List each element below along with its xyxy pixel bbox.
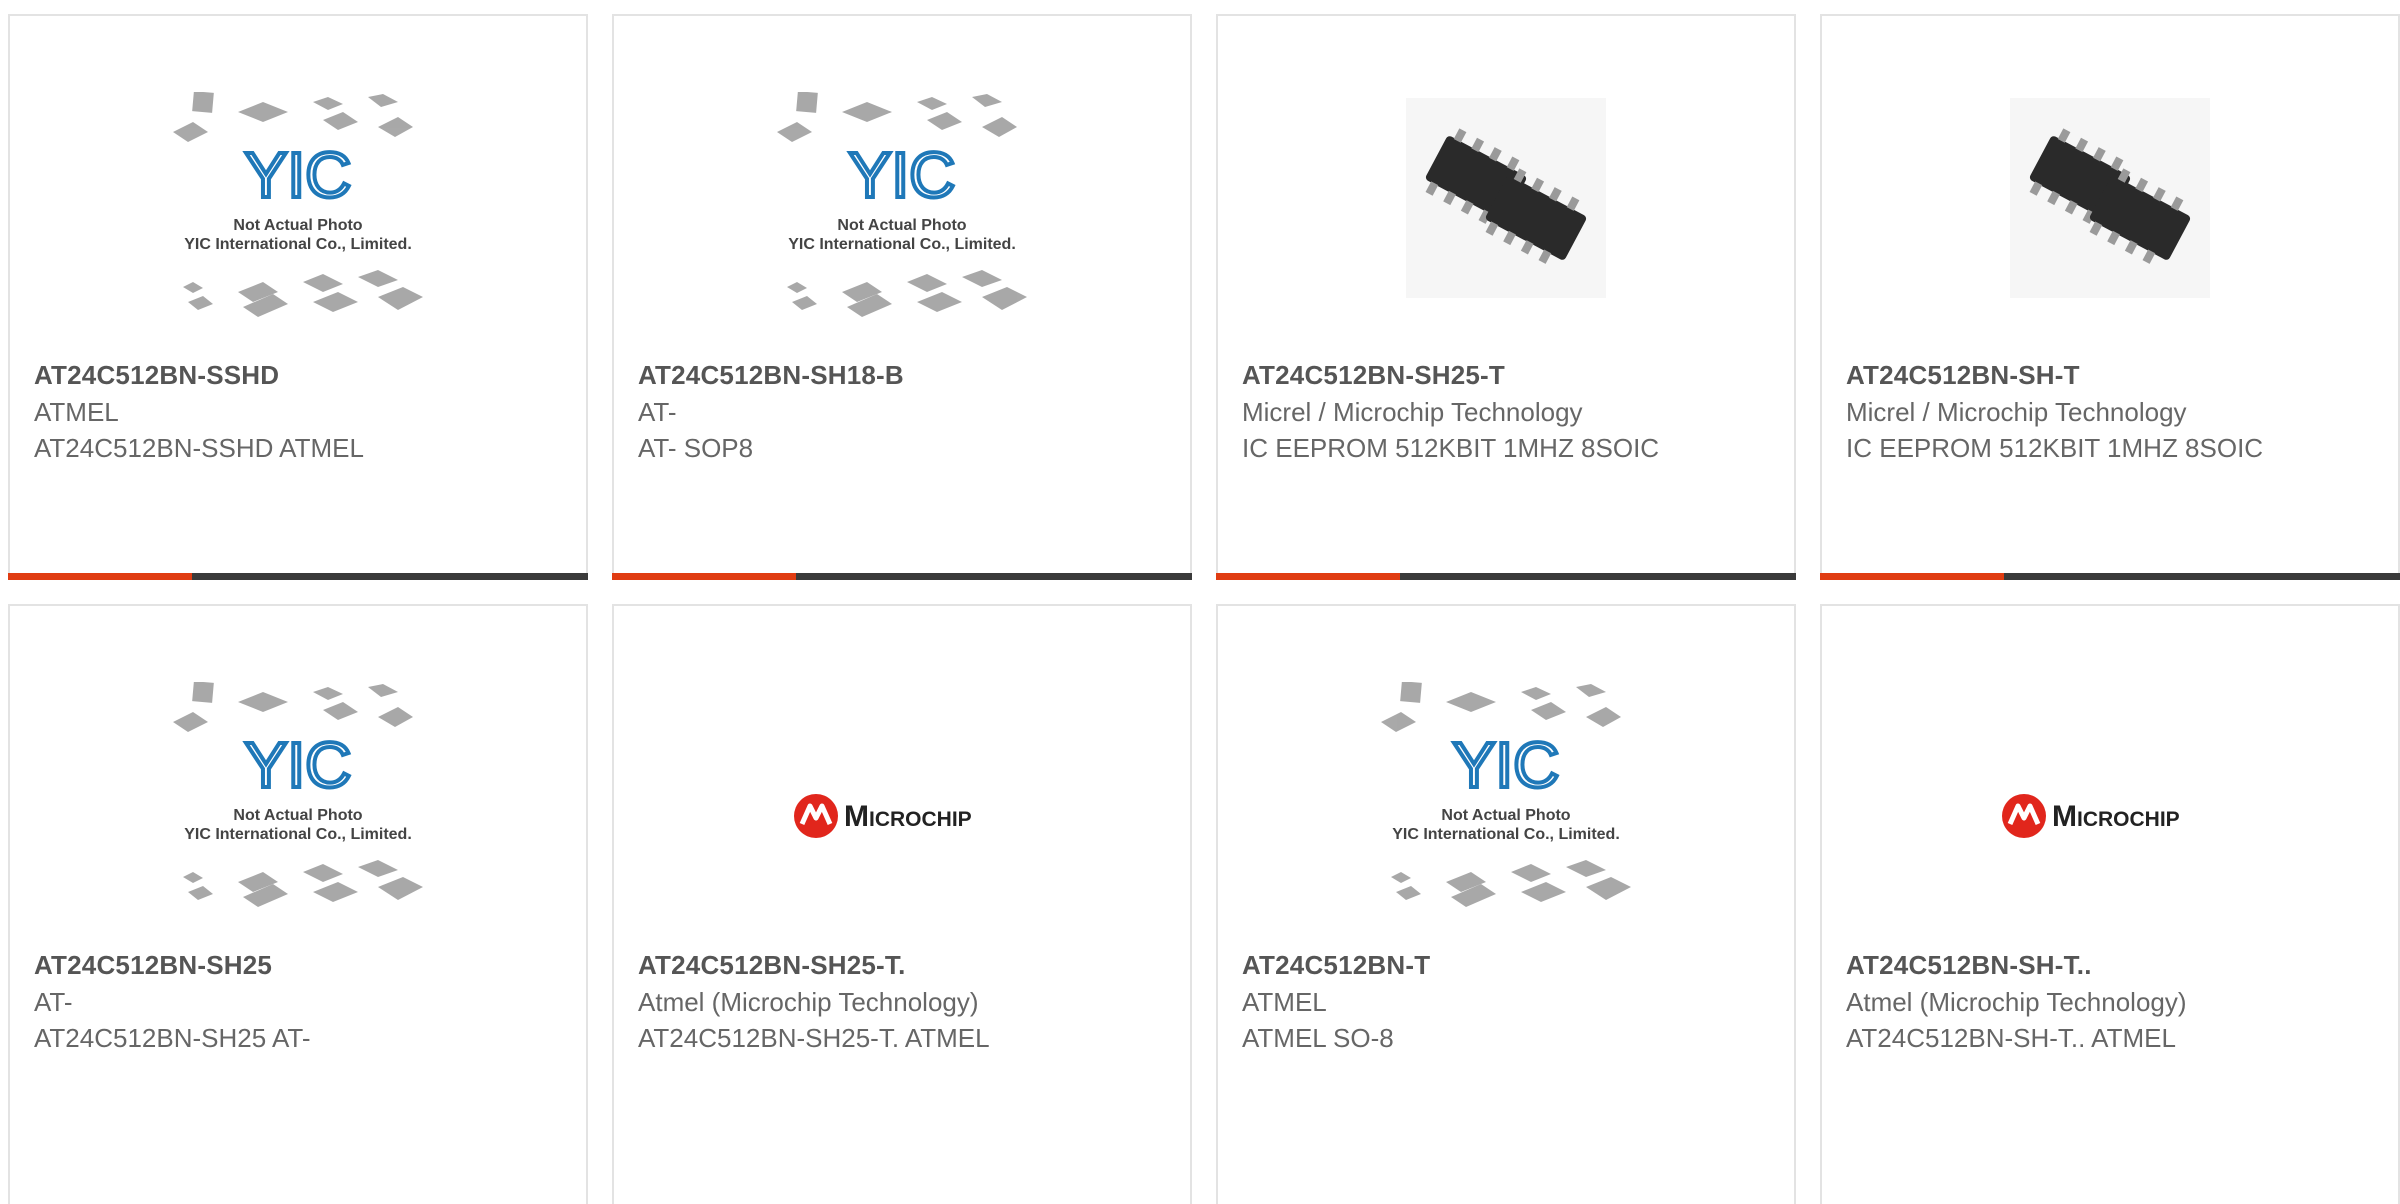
product-manufacturer: ATMEL (34, 397, 119, 427)
svg-text:YIC International Co., Limited: YIC International Co., Limited. (1392, 826, 1620, 843)
product-description: AT24C512BN-SH25-T. ATMEL (638, 1023, 990, 1053)
svg-text:Microchip: Microchip (844, 800, 972, 833)
yic-logo: YIC (849, 139, 956, 211)
product-description: AT- SOP8 (638, 433, 754, 463)
product-description: ATMEL SO-8 (1242, 1023, 1394, 1053)
product-description: AT24C512BN-SH25 AT- (34, 1023, 311, 1053)
product-image[interactable]: YIC Not Actual Photo YIC International C… (614, 92, 1190, 362)
product-title[interactable]: AT24C512BN-SH-T (1846, 360, 2080, 391)
product-card[interactable]: Microchip AT24C512BN-SH-T.. Atmel (Micro… (1820, 604, 2400, 1204)
card-accent (1820, 573, 2004, 580)
product-description: AT24C512BN-SSHD ATMEL (34, 433, 364, 463)
product-image[interactable] (1218, 92, 1794, 362)
svg-text:YIC International Co., Limited: YIC International Co., Limited. (788, 236, 1016, 253)
svg-text:Not Actual Photo: Not Actual Photo (1441, 807, 1570, 824)
product-title[interactable]: AT24C512BN-SH25 (34, 950, 272, 981)
product-manufacturer: ATMEL (1242, 987, 1327, 1017)
placeholder-image: YIC Not Actual Photo YIC International C… (173, 92, 423, 317)
card-accent (612, 573, 796, 580)
chip-image (2010, 98, 2210, 298)
product-manufacturer: Atmel (Microchip Technology) (638, 987, 979, 1017)
card-accent (8, 573, 192, 580)
product-description: AT24C512BN-SH-T.. ATMEL (1846, 1023, 2176, 1053)
product-card[interactable]: AT24C512BN-SH25-T Micrel / Microchip Tec… (1216, 14, 1796, 580)
svg-text:Microchip: Microchip (2052, 800, 2180, 833)
card-bottom-bar (612, 573, 1192, 580)
product-image[interactable] (1822, 92, 2398, 362)
card-bottom-bar (8, 573, 588, 580)
product-card[interactable]: YIC Not Actual Photo YIC International C… (1216, 604, 1796, 1204)
svg-text:YIC International Co., Limited: YIC International Co., Limited. (184, 826, 412, 843)
product-description: IC EEPROM 512KBIT 1MHZ 8SOIC (1846, 433, 2264, 463)
yic-logo: YIC (245, 139, 352, 211)
yic-logo: YIC (245, 729, 352, 801)
product-image[interactable]: Microchip (614, 682, 1190, 952)
product-image[interactable]: YIC Not Actual Photo YIC International C… (10, 682, 586, 952)
product-image[interactable]: Microchip (1822, 682, 2398, 952)
product-manufacturer: AT- (638, 397, 677, 427)
product-card[interactable]: YIC Not Actual Photo YIC International C… (612, 14, 1192, 580)
svg-text:Not Actual Photo: Not Actual Photo (233, 807, 362, 824)
product-card[interactable]: YIC Not Actual Photo YIC International C… (8, 14, 588, 580)
product-image[interactable]: YIC Not Actual Photo YIC International C… (1218, 682, 1794, 952)
card-accent (1216, 573, 1400, 580)
yic-logo: YIC (1453, 729, 1560, 801)
product-card[interactable]: Microchip AT24C512BN-SH25-T. Atmel (Micr… (612, 604, 1192, 1204)
placeholder-image: YIC Not Actual Photo YIC International C… (1381, 682, 1631, 907)
product-grid: YIC Not Actual Photo YIC International C… (8, 14, 2400, 1204)
chip-image (1406, 98, 1606, 298)
svg-text:Not Actual Photo: Not Actual Photo (233, 217, 362, 234)
product-description: IC EEPROM 512KBIT 1MHZ 8SOIC (1242, 433, 1660, 463)
microchip-logo: Microchip (2002, 794, 2180, 838)
product-card[interactable]: YIC Not Actual Photo YIC International C… (8, 604, 588, 1204)
svg-text:Not Actual Photo: Not Actual Photo (837, 217, 966, 234)
product-title[interactable]: AT24C512BN-SH25-T. (638, 950, 906, 981)
product-manufacturer: AT- (34, 987, 73, 1017)
card-bottom-bar (1820, 573, 2400, 580)
product-manufacturer: Micrel / Microchip Technology (1242, 397, 1583, 427)
product-manufacturer: Atmel (Microchip Technology) (1846, 987, 2187, 1017)
placeholder-image: YIC Not Actual Photo YIC International C… (173, 682, 423, 907)
product-title[interactable]: AT24C512BN-SSHD (34, 360, 279, 391)
product-title[interactable]: AT24C512BN-T (1242, 950, 1430, 981)
product-image[interactable]: YIC Not Actual Photo YIC International C… (10, 92, 586, 362)
product-manufacturer: Micrel / Microchip Technology (1846, 397, 2187, 427)
product-title[interactable]: AT24C512BN-SH25-T (1242, 360, 1505, 391)
product-title[interactable]: AT24C512BN-SH-T.. (1846, 950, 2092, 981)
microchip-logo: Microchip (794, 794, 972, 838)
svg-text:YIC International Co., Limited: YIC International Co., Limited. (184, 236, 412, 253)
product-title[interactable]: AT24C512BN-SH18-B (638, 360, 904, 391)
product-card[interactable]: AT24C512BN-SH-T Micrel / Microchip Techn… (1820, 14, 2400, 580)
placeholder-image: YIC Not Actual Photo YIC International C… (777, 92, 1027, 317)
card-bottom-bar (1216, 573, 1796, 580)
